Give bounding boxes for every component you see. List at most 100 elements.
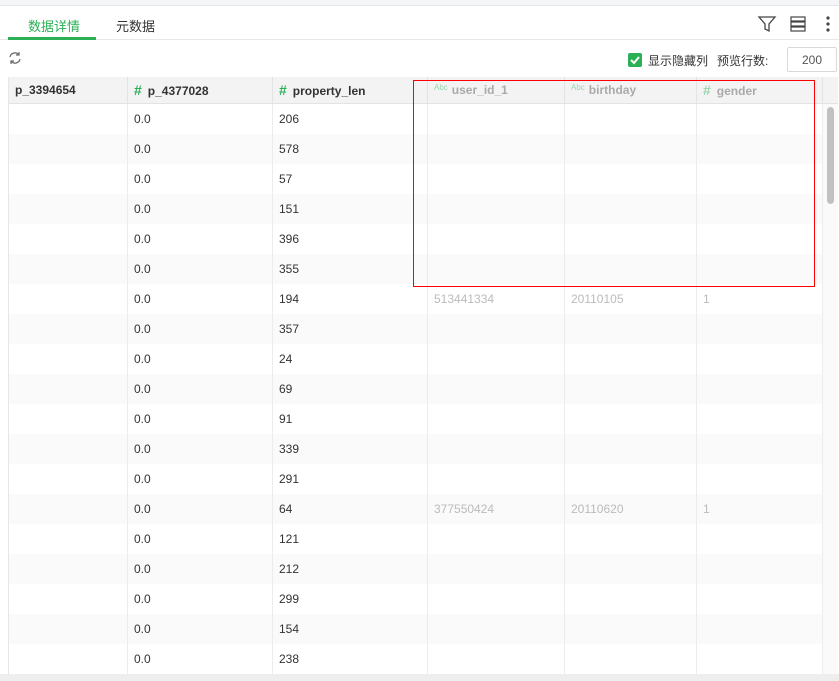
table-cell[interactable] (565, 224, 697, 254)
table-cell[interactable] (697, 224, 823, 254)
table-cell[interactable] (9, 164, 128, 194)
table-cell[interactable] (9, 104, 128, 134)
table-cell[interactable]: 212 (273, 554, 428, 584)
table-cell[interactable] (428, 464, 565, 494)
table-cell[interactable] (565, 464, 697, 494)
table-cell[interactable] (565, 584, 697, 614)
table-cell[interactable] (565, 644, 697, 674)
table-cell[interactable] (697, 464, 823, 494)
table-cell[interactable] (565, 554, 697, 584)
table-cell[interactable] (428, 614, 565, 644)
table-cell[interactable] (697, 644, 823, 674)
show-hidden-columns-checkbox[interactable] (628, 53, 642, 67)
table-cell[interactable] (697, 254, 823, 284)
table-cell[interactable] (428, 374, 565, 404)
table-cell[interactable] (428, 164, 565, 194)
table-cell[interactable] (9, 614, 128, 644)
table-cell[interactable] (428, 254, 565, 284)
table-cell[interactable] (565, 254, 697, 284)
table-cell[interactable] (9, 584, 128, 614)
refresh-icon[interactable] (8, 51, 22, 65)
table-cell[interactable]: 20110620 (565, 494, 697, 524)
table-cell[interactable]: 20110105 (565, 284, 697, 314)
table-cell[interactable] (9, 134, 128, 164)
table-cell[interactable] (565, 344, 697, 374)
table-cell[interactable]: 0.0 (128, 254, 273, 284)
table-cell[interactable] (428, 224, 565, 254)
table-cell[interactable]: 0.0 (128, 614, 273, 644)
table-cell[interactable] (697, 524, 823, 554)
table-cell[interactable]: 291 (273, 464, 428, 494)
table-cell[interactable]: 154 (273, 614, 428, 644)
table-cell[interactable] (428, 434, 565, 464)
table-cell[interactable]: 339 (273, 434, 428, 464)
table-cell[interactable] (428, 344, 565, 374)
table-cell[interactable] (9, 524, 128, 554)
table-cell[interactable] (565, 164, 697, 194)
table-cell[interactable] (697, 404, 823, 434)
table-cell[interactable]: 355 (273, 254, 428, 284)
vertical-scrollbar[interactable] (823, 104, 838, 681)
table-cell[interactable] (565, 374, 697, 404)
table-cell[interactable]: 91 (273, 404, 428, 434)
table-cell[interactable] (9, 434, 128, 464)
table-cell[interactable] (428, 554, 565, 584)
table-cell[interactable]: 1 (697, 284, 823, 314)
table-cell[interactable] (697, 344, 823, 374)
table-cell[interactable] (9, 194, 128, 224)
table-cell[interactable]: 299 (273, 584, 428, 614)
table-cell[interactable] (565, 104, 697, 134)
table-cell[interactable] (697, 164, 823, 194)
table-cell[interactable] (428, 404, 565, 434)
table-cell[interactable]: 0.0 (128, 224, 273, 254)
table-cell[interactable] (9, 254, 128, 284)
table-cell[interactable] (697, 374, 823, 404)
table-cell[interactable] (565, 194, 697, 224)
table-cell[interactable]: 194 (273, 284, 428, 314)
table-cell[interactable] (9, 374, 128, 404)
more-options-icon[interactable] (818, 14, 838, 34)
table-cell[interactable] (9, 344, 128, 374)
table-cell[interactable] (428, 644, 565, 674)
table-cell[interactable] (428, 584, 565, 614)
table-cell[interactable] (428, 524, 565, 554)
table-cell[interactable]: 64 (273, 494, 428, 524)
table-cell[interactable] (697, 314, 823, 344)
table-cell[interactable]: 377550424 (428, 494, 565, 524)
table-cell[interactable]: 0.0 (128, 404, 273, 434)
table-cell[interactable]: 0.0 (128, 104, 273, 134)
table-cell[interactable] (697, 134, 823, 164)
table-cell[interactable] (428, 134, 565, 164)
table-cell[interactable]: 24 (273, 344, 428, 374)
table-cell[interactable]: 0.0 (128, 464, 273, 494)
scrollbar-thumb[interactable] (827, 107, 834, 204)
table-cell[interactable] (565, 434, 697, 464)
table-cell[interactable] (9, 404, 128, 434)
column-header-p-3394654[interactable]: p_3394654 (9, 77, 128, 104)
table-cell[interactable] (565, 614, 697, 644)
table-cell[interactable] (565, 524, 697, 554)
table-cell[interactable] (697, 614, 823, 644)
column-header-p-4377028[interactable]: # p_4377028 (128, 77, 273, 104)
tab-metadata[interactable]: 元数据 (116, 16, 155, 35)
table-cell[interactable]: 578 (273, 134, 428, 164)
column-header-birthday[interactable]: Abc birthday (565, 77, 697, 104)
table-cell[interactable] (565, 134, 697, 164)
table-cell[interactable] (697, 554, 823, 584)
tab-data-details[interactable]: 数据详情 (28, 16, 80, 35)
table-cell[interactable]: 1 (697, 494, 823, 524)
table-cell[interactable] (428, 194, 565, 224)
table-cell[interactable] (9, 314, 128, 344)
column-header-property-len[interactable]: # property_len (273, 77, 428, 104)
table-cell[interactable]: 0.0 (128, 554, 273, 584)
table-cell[interactable]: 57 (273, 164, 428, 194)
table-cell[interactable]: 69 (273, 374, 428, 404)
table-cell[interactable] (565, 404, 697, 434)
column-header-gender[interactable]: # gender (697, 77, 823, 104)
table-cell[interactable] (9, 554, 128, 584)
table-cell[interactable] (428, 314, 565, 344)
table-cell[interactable] (9, 464, 128, 494)
table-cell[interactable] (565, 314, 697, 344)
table-cell[interactable]: 0.0 (128, 194, 273, 224)
table-cell[interactable] (697, 584, 823, 614)
